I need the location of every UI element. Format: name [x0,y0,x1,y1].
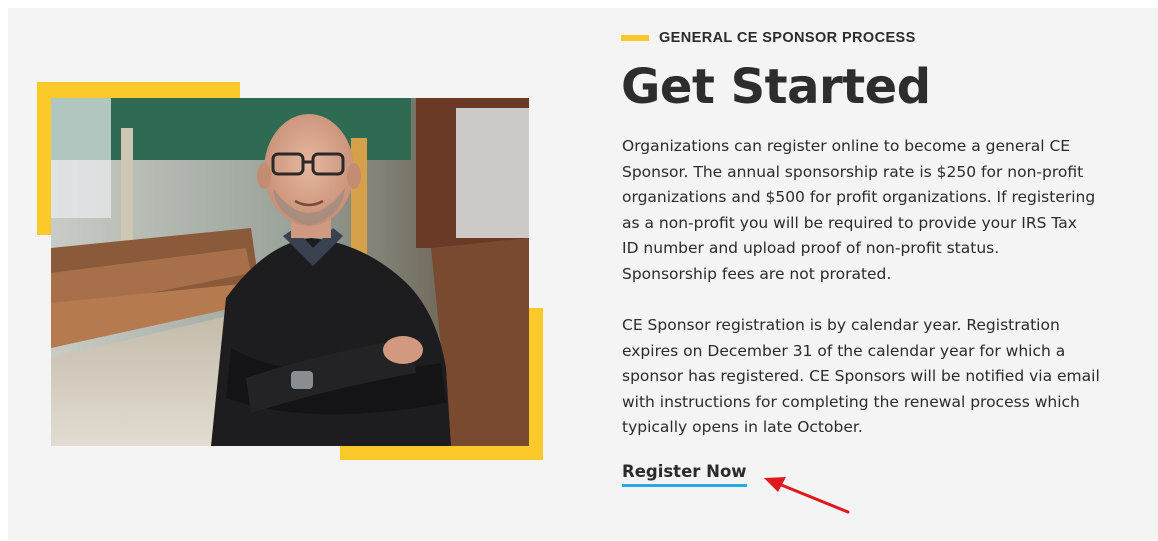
sponsor-photo [51,98,529,446]
registration-period-paragraph: CE Sponsor registration is by calendar y… [622,313,1142,441]
paragraph-line: sponsor has registered. CE Sponsors will… [622,367,1100,385]
red-arrow-icon [764,477,850,514]
paragraph-line: Organizations can register online to bec… [622,137,1071,155]
page-title: Get Started [621,59,931,115]
paragraph-line: Sponsorship fees are not prorated. [622,264,892,283]
paragraph-line: with instructions for completing the ren… [622,392,1080,411]
paragraph-line: organizations and $500 for profit organi… [622,188,1096,206]
sponsorship-fees-paragraph: Organizations can register online to bec… [622,134,1142,287]
register-now-link[interactable]: Register Now [622,462,747,487]
paragraph-line: CE Sponsor registration is by calendar y… [622,316,1060,334]
paragraph-line: ID number and upload proof of non-profit… [622,239,1000,257]
paragraph-line: Sponsor. The annual sponsorship rate is … [622,162,1084,181]
paragraph-line: as a non-profit you will be required to … [622,213,1077,232]
paragraph-line: expires on December 31 of the calendar y… [622,341,1066,360]
paragraph-line: typically opens in late October. [622,418,863,436]
section-eyebrow: GENERAL CE SPONSOR PROCESS [621,29,916,47]
eyebrow-accent-bar [621,35,649,41]
eyebrow-label: GENERAL CE SPONSOR PROCESS [659,30,916,46]
